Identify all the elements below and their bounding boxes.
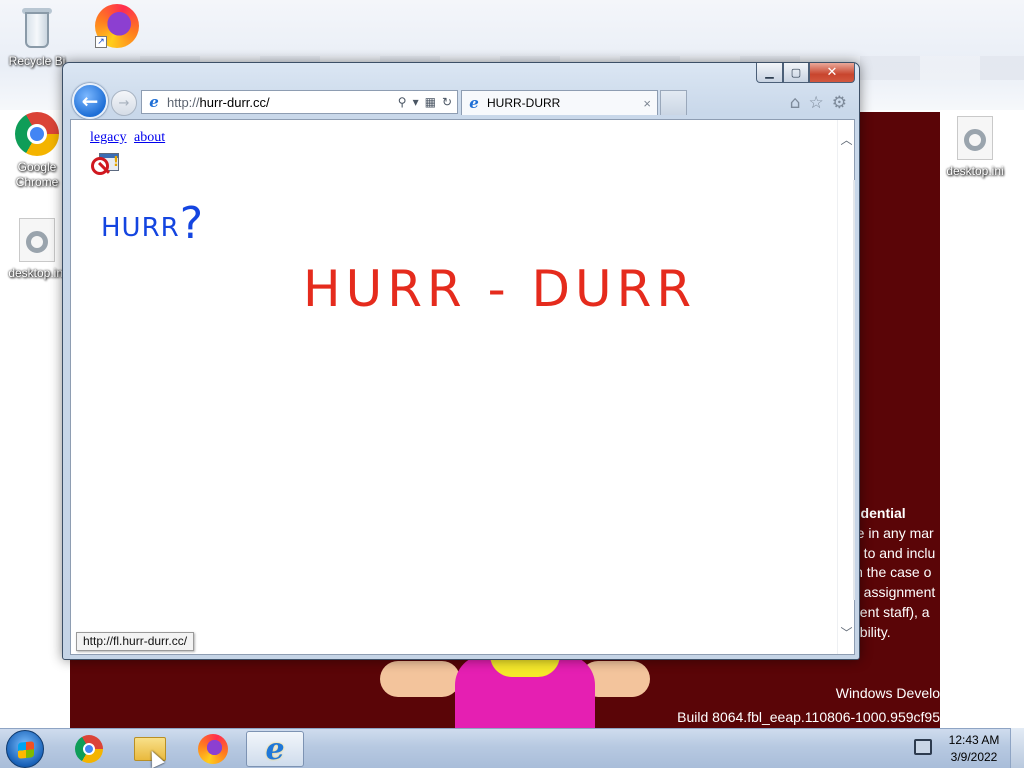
maximize-icon: ▢ bbox=[790, 66, 802, 79]
browser-window: ▁ ▢ ✕ ← → e http:// hurr-durr.cc/ ⚲ ▾ ▦ … bbox=[62, 62, 860, 660]
back-arrow-icon: ← bbox=[81, 89, 99, 113]
close-icon: ✕ bbox=[826, 65, 838, 80]
page-links: legacy about bbox=[90, 130, 169, 146]
network-icon[interactable] bbox=[914, 739, 932, 755]
taskbar-clock[interactable]: 12:43 AM 3/9/2022 bbox=[940, 732, 1008, 766]
taskbar-firefox-button[interactable] bbox=[184, 731, 242, 767]
back-button[interactable]: ← bbox=[72, 83, 108, 119]
internet-explorer-icon: e bbox=[265, 731, 285, 767]
link-legacy[interactable]: legacy bbox=[90, 130, 127, 145]
ie-favicon-icon: e bbox=[469, 94, 479, 112]
vertical-scrollbar[interactable]: ︿ ﹀ bbox=[837, 120, 855, 654]
minimize-icon: ▁ bbox=[765, 66, 774, 79]
recycle-bin-icon bbox=[20, 6, 54, 50]
scroll-thumb[interactable] bbox=[853, 180, 855, 600]
maximize-button[interactable]: ▢ bbox=[783, 63, 809, 83]
scroll-down-icon[interactable]: ﹀ bbox=[838, 625, 855, 642]
firefox-icon: ↗ bbox=[95, 4, 139, 48]
new-tab-button[interactable] bbox=[660, 90, 687, 115]
ie-favicon-icon: e bbox=[149, 93, 159, 111]
chevron-down-icon[interactable]: ▾ bbox=[413, 95, 419, 109]
taskbar-chrome-button[interactable] bbox=[60, 731, 118, 767]
address-protocol: http:// bbox=[167, 94, 200, 110]
close-button[interactable]: ✕ bbox=[809, 63, 855, 83]
window-caption-buttons: ▁ ▢ ✕ bbox=[756, 63, 855, 83]
forward-arrow-icon: → bbox=[118, 95, 130, 111]
page-title: HURR - DURR bbox=[303, 260, 697, 318]
chrome-icon bbox=[15, 112, 59, 156]
wallpaper-confidential-text: fidential re in any mar p to and inclu i… bbox=[852, 505, 936, 640]
tab-title: HURR-DURR bbox=[487, 96, 561, 110]
forward-button[interactable]: → bbox=[111, 90, 137, 116]
favorites-star-icon[interactable]: ☆ bbox=[809, 93, 824, 113]
home-icon[interactable]: ⌂ bbox=[790, 93, 801, 113]
taskbar-ie-button[interactable]: e bbox=[246, 731, 304, 767]
tab-close-icon[interactable]: × bbox=[643, 96, 651, 111]
link-about[interactable]: about bbox=[134, 130, 165, 145]
tools-gear-icon[interactable]: ⚙ bbox=[832, 93, 847, 113]
clock-time: 12:43 AM bbox=[948, 733, 1000, 747]
firefox-icon bbox=[198, 734, 228, 764]
clock-date: 3/9/2022 bbox=[950, 750, 998, 764]
wallpaper-figure bbox=[380, 655, 650, 728]
wallpaper-build-line1: Windows Develo bbox=[835, 685, 940, 701]
hurr-word: HURR bbox=[101, 213, 180, 243]
desktop-icon-desktop-ini[interactable]: desktop.ini bbox=[940, 116, 1010, 179]
search-icon[interactable]: ⚲ bbox=[398, 95, 407, 109]
start-button[interactable] bbox=[6, 730, 44, 768]
compatibility-view-icon[interactable]: ▦ bbox=[425, 95, 436, 109]
chrome-icon bbox=[75, 735, 103, 763]
settings-file-icon bbox=[957, 116, 993, 160]
hurr-heading: HURR? bbox=[101, 196, 204, 249]
address-bar[interactable]: e http:// hurr-durr.cc/ ⚲ ▾ ▦ ↻ bbox=[141, 90, 458, 114]
tab-hurr-durr[interactable]: e HURR-DURR × bbox=[461, 90, 658, 115]
desktop-icon-label: desktop.ini bbox=[946, 164, 1004, 178]
status-url-tooltip: http://fl.hurr-durr.cc/ bbox=[76, 632, 195, 651]
desktop-icon-label: Google Chrome bbox=[15, 160, 59, 189]
minimize-button[interactable]: ▁ bbox=[756, 63, 783, 83]
command-icons: ⌂ ☆ ⚙ bbox=[790, 93, 847, 113]
settings-file-icon bbox=[19, 218, 55, 262]
show-desktop-button[interactable] bbox=[1010, 728, 1024, 768]
address-domain: hurr-durr.cc/ bbox=[199, 94, 270, 110]
refresh-icon[interactable]: ↻ bbox=[442, 95, 452, 109]
desktop-icon-firefox[interactable]: ↗ bbox=[82, 4, 152, 52]
no-ie-icon: ! bbox=[91, 151, 121, 177]
hurr-question-mark: ? bbox=[179, 198, 204, 249]
desktop-icon-recycle-bin[interactable]: Recycle Bi bbox=[2, 6, 72, 69]
page-content: legacy about ! HURR? HURR - DURR ︿ ﹀ htt… bbox=[70, 119, 855, 655]
scroll-up-icon[interactable]: ︿ bbox=[838, 132, 855, 149]
wallpaper-build-line2: Build 8064.fbl_eeap.110806-1000.959cf95 bbox=[677, 709, 940, 725]
